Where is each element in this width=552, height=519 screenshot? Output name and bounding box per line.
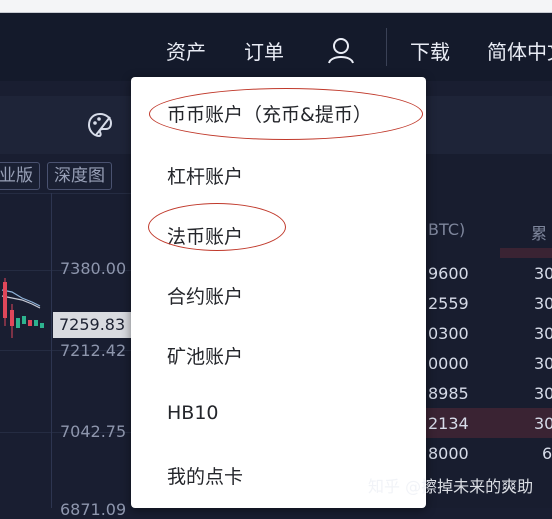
price-label: 7380.00 <box>60 259 127 278</box>
menu-item-hb10[interactable]: HB10 <box>167 402 219 424</box>
orderbook-total: 30 <box>534 294 552 313</box>
pro-chart-toggle[interactable]: 业版 <box>0 162 40 190</box>
nav-orders[interactable]: 订单 <box>244 36 284 65</box>
candlestick-chart <box>1 278 44 338</box>
orderbook-amount: 0300 <box>428 324 469 343</box>
price-axis-separator <box>51 193 52 508</box>
price-label: 7212.42 <box>60 341 127 360</box>
depth-chart-toggle[interactable]: 深度图 <box>47 162 112 190</box>
orderbook-total: 30 <box>534 384 552 403</box>
orderbook-header-total: 累 <box>531 224 548 243</box>
palette-icon[interactable] <box>86 111 114 139</box>
orderbook-amount: 9600 <box>428 264 469 283</box>
orderbook-total: 30 <box>534 354 552 373</box>
nav-download[interactable]: 下载 <box>410 36 450 65</box>
orderbook-amount: 8000 <box>428 444 469 463</box>
annotation-circle <box>149 88 423 140</box>
orderbook-amount: 2559 <box>428 294 469 313</box>
nav-divider <box>386 28 387 66</box>
orderbook-total: 30 <box>534 264 552 283</box>
watermark: 知乎 @擦掉未来的爽助 <box>368 477 534 496</box>
orderbook-amount: 2134 <box>428 414 469 433</box>
nav-language[interactable]: 简体中文 <box>487 36 552 65</box>
annotation-circle <box>148 203 286 251</box>
price-label: 6871.09 <box>60 500 127 519</box>
user-icon[interactable] <box>326 36 356 66</box>
orderbook-amount: 8985 <box>428 384 469 403</box>
menu-item-margin-account[interactable]: 杠杆账户 <box>167 162 243 189</box>
browser-top-strip <box>0 0 552 13</box>
assets-dropdown-menu: 币币账户（充币&提币） 杠杆账户 法币账户 合约账户 矿池账户 HB10 我的点… <box>131 77 426 508</box>
nav-assets[interactable]: 资产 <box>166 36 206 65</box>
orderbook-amount: 0000 <box>428 354 469 373</box>
menu-item-pool-account[interactable]: 矿池账户 <box>167 342 243 369</box>
orderbook-total: 30 <box>534 324 552 343</box>
orderbook-total: 30 <box>534 414 552 433</box>
current-price-label: 7259.83 <box>53 312 131 338</box>
orderbook-total: 6 <box>542 444 552 463</box>
price-label: 7042.75 <box>60 422 127 441</box>
orderbook-header-amount: BTC) <box>428 220 466 239</box>
menu-item-point-card[interactable]: 我的点卡 <box>167 462 243 489</box>
depth-bar <box>500 248 552 258</box>
menu-item-contract-account[interactable]: 合约账户 <box>167 282 243 309</box>
